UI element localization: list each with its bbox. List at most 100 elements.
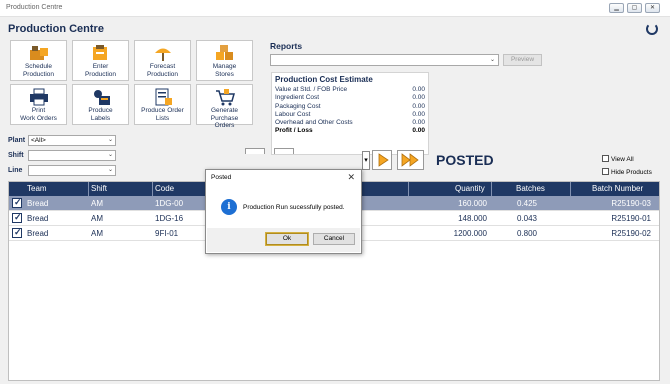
cell-code: 1DG-16 <box>155 214 184 223</box>
column-header-team[interactable]: Team <box>27 184 47 193</box>
info-icon: i <box>221 199 237 215</box>
produce-order-lists-button[interactable]: Produce Order Lists <box>134 84 191 125</box>
row-checkbox[interactable] <box>12 212 22 223</box>
cell-quantity: 160.000 <box>458 199 487 208</box>
dialog-message: Production Run sucessfully posted. <box>243 204 345 211</box>
tile-label: Print Work Orders <box>20 107 57 122</box>
cost-label: Profit / Loss <box>275 127 313 135</box>
cell-quantity: 1200.000 <box>453 229 487 238</box>
column-header-shift[interactable]: Shift <box>91 184 107 193</box>
checkbox-box[interactable] <box>602 168 609 175</box>
chevron-down-icon: ⌄ <box>107 167 113 173</box>
plant-label: Plant <box>8 137 26 144</box>
reports-select[interactable]: ⌄ <box>270 54 499 66</box>
ok-button[interactable]: Ok <box>265 232 309 246</box>
cost-label: Value at Std. / FOB Price <box>275 86 348 93</box>
cancel-button[interactable]: Cancel <box>313 233 355 245</box>
column-header-batch-number[interactable]: Batch Number <box>592 184 643 193</box>
column-separator <box>570 182 571 196</box>
cost-row: Labour Cost 0.00 <box>275 111 425 119</box>
window-titlebar: Production Centre ▁ ▢ ✕ <box>0 0 670 17</box>
plant-value: <All> <box>31 137 46 144</box>
line-select[interactable]: ⌄ <box>28 165 116 176</box>
hide-products-checkbox[interactable]: Hide Products <box>602 168 652 176</box>
view-all-checkbox[interactable]: View All <box>602 155 634 163</box>
cost-label: Packaging Cost <box>275 102 321 110</box>
chevron-down-icon: ⌄ <box>107 137 113 143</box>
cell-batches: 0.800 <box>516 229 537 238</box>
enter-production-button[interactable]: Enter Production <box>72 40 129 81</box>
cell-team: Bread <box>27 229 49 238</box>
cell-batch-number: R25190-02 <box>611 229 651 238</box>
cell-batches: 0.425 <box>516 199 537 208</box>
line-label: Line <box>8 167 23 174</box>
generate-purchase-orders-button[interactable]: Generate Purchase Orders <box>196 84 253 129</box>
nav-left-button[interactable] <box>245 148 265 154</box>
next-button[interactable] <box>372 150 392 170</box>
cost-value: 0.00 <box>412 102 425 110</box>
cell-code: 9FI-01 <box>155 229 179 238</box>
tile-label: Produce Labels <box>88 107 113 122</box>
checkbox-box[interactable] <box>602 155 609 162</box>
tile-label: Produce Order Lists <box>141 107 184 122</box>
cell-code: 1DG-00 <box>155 199 184 208</box>
cell-team: Bread <box>27 214 49 223</box>
close-window-button[interactable]: ✕ <box>645 3 660 13</box>
column-header-code[interactable]: Code <box>155 184 174 193</box>
cost-label: Overhead and Other Costs <box>275 119 353 127</box>
cart-icon <box>215 89 235 106</box>
row-checkbox[interactable] <box>12 227 22 238</box>
dialog-title: Posted <box>211 174 232 181</box>
cost-value: 0.00 <box>412 127 425 135</box>
preview-button[interactable]: Preview <box>503 54 542 66</box>
enter-production-icon <box>92 45 107 60</box>
forecast-production-icon <box>154 48 171 61</box>
close-icon[interactable]: ✕ <box>347 172 355 183</box>
cell-batch-number: R25190-03 <box>611 199 651 208</box>
view-all-label: View All <box>611 156 634 163</box>
plant-select[interactable]: <All> ⌄ <box>28 135 116 146</box>
restore-button[interactable]: ▢ <box>627 3 642 13</box>
play-icon <box>378 153 389 167</box>
posted-dialog: Posted ✕ i Production Run sucessfully po… <box>205 169 362 254</box>
cell-shift: AM <box>91 229 103 238</box>
cost-label: Labour Cost <box>275 110 311 118</box>
row-checkbox[interactable] <box>12 197 22 208</box>
dialog-footer: Ok Cancel <box>207 228 360 252</box>
window-title: Production Centre <box>6 4 63 11</box>
column-separator <box>408 182 409 196</box>
posted-status: POSTED <box>436 152 494 168</box>
cost-value: 0.00 <box>412 94 425 102</box>
schedule-production-button[interactable]: Schedule Production <box>10 40 67 81</box>
last-button[interactable] <box>397 150 424 170</box>
produce-labels-button[interactable]: Produce Labels <box>72 84 129 125</box>
tile-label: Enter Production <box>84 63 117 78</box>
schedule-production-icon <box>29 46 48 60</box>
column-header-batches[interactable]: Batches <box>516 184 545 193</box>
fast-forward-icon <box>401 153 419 167</box>
refresh-icon[interactable] <box>646 23 658 35</box>
cell-quantity: 148.000 <box>458 214 487 223</box>
cost-value: 0.00 <box>412 110 425 118</box>
manage-stores-button[interactable]: Manage Stores <box>196 40 253 81</box>
labels-icon <box>93 90 110 105</box>
cost-label: Ingredient Cost <box>275 94 320 102</box>
shift-select[interactable]: ⌄ <box>28 150 116 161</box>
column-header-quantity[interactable]: Quantity <box>455 184 485 193</box>
minimize-button[interactable]: ▁ <box>609 3 624 13</box>
cost-value: 0.00 <box>412 119 425 127</box>
tile-label: Generate Purchase Orders <box>210 107 239 129</box>
dropdown-arrow-button[interactable]: ▾ <box>362 151 370 170</box>
nav-right-button[interactable] <box>274 148 294 154</box>
reports-label: Reports <box>270 41 303 51</box>
cost-estimate-panel: Production Cost Estimate Value at Std. /… <box>271 72 429 155</box>
cell-batch-number: R25190-01 <box>611 214 651 223</box>
column-separator <box>88 182 89 196</box>
print-work-orders-button[interactable]: Print Work Orders <box>10 84 67 125</box>
chevron-down-icon: ⌄ <box>489 57 495 63</box>
cost-value: 0.00 <box>412 86 425 93</box>
cost-row: Value at Std. / FOB Price 0.00 <box>275 86 425 94</box>
forecast-production-button[interactable]: Forecast Production <box>134 40 191 81</box>
shift-label: Shift <box>8 152 24 159</box>
column-separator <box>491 182 492 196</box>
